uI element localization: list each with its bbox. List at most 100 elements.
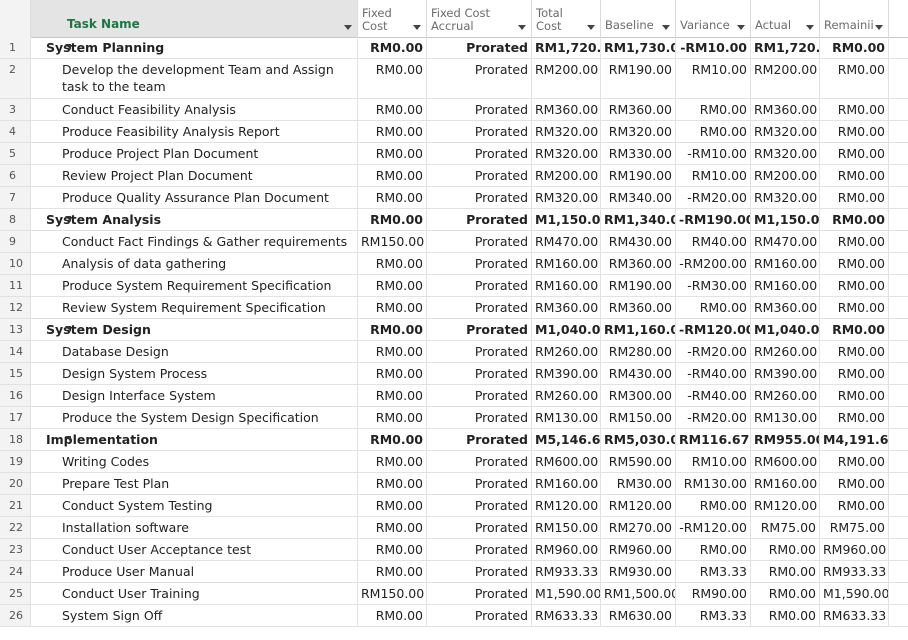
task-name-cell[interactable]: Prepare Test Plan xyxy=(31,473,358,494)
actual-cell[interactable]: RM0.00 xyxy=(751,605,820,626)
fixed-cost-cell[interactable]: RM0.00 xyxy=(358,407,427,428)
row-number[interactable]: 22 xyxy=(0,517,31,538)
baseline-cell[interactable]: RM360.00 xyxy=(601,99,676,120)
remaining-cell[interactable]: RM960.00 xyxy=(820,539,889,560)
collapse-triangle-icon[interactable] xyxy=(65,326,71,332)
total-cost-cell[interactable]: RM360.00 xyxy=(532,99,601,120)
header-total-cost[interactable]: Total Cost xyxy=(532,0,601,37)
row-number[interactable]: 23 xyxy=(0,539,31,560)
total-cost-cell[interactable]: RM633.33 xyxy=(532,605,601,626)
total-cost-cell[interactable]: RM150.00 xyxy=(532,517,601,538)
table-row[interactable]: 14 Database Design RM0.00 Prorated RM260.00 R… xyxy=(0,341,908,363)
total-cost-cell[interactable]: RM160.00 xyxy=(532,253,601,274)
baseline-cell[interactable]: RM360.00 xyxy=(601,297,676,318)
fixed-cost-cell[interactable]: RM0.00 xyxy=(358,495,427,516)
variance-cell[interactable]: -RM40.00 xyxy=(676,385,751,406)
remaining-cell[interactable]: RM0.00 xyxy=(820,495,889,516)
row-number-header[interactable] xyxy=(0,0,31,37)
total-cost-cell[interactable]: M1,040.00 xyxy=(532,319,601,340)
accrual-cell[interactable]: Prorated xyxy=(427,209,532,230)
remaining-cell[interactable]: M4,191.67 xyxy=(820,429,889,450)
baseline-cell[interactable]: RM30.00 xyxy=(601,473,676,494)
baseline-cell[interactable]: RM930.00 xyxy=(601,561,676,582)
remaining-cell[interactable]: RM0.00 xyxy=(820,473,889,494)
remaining-cell[interactable]: RM0.00 xyxy=(820,253,889,274)
total-cost-cell[interactable]: RM320.00 xyxy=(532,143,601,164)
remaining-cell[interactable]: RM0.00 xyxy=(820,121,889,142)
actual-cell[interactable]: RM390.00 xyxy=(751,363,820,384)
row-number[interactable]: 24 xyxy=(0,561,31,582)
fixed-cost-cell[interactable]: RM0.00 xyxy=(358,253,427,274)
task-name-cell[interactable]: Conduct User Training xyxy=(31,583,358,604)
baseline-cell[interactable]: RM360.00 xyxy=(601,253,676,274)
variance-cell[interactable]: RM0.00 xyxy=(676,99,751,120)
row-number[interactable]: 4 xyxy=(0,121,31,142)
table-row[interactable]: 12 Review System Requirement Specificatio… xyxy=(0,297,908,319)
summary-task-row[interactable]: 1System PlanningRM0.00ProratedRM1,720.00… xyxy=(0,37,908,59)
remaining-cell[interactable]: RM0.00 xyxy=(820,451,889,472)
remaining-cell[interactable]: RM0.00 xyxy=(820,187,889,208)
fixed-cost-cell[interactable]: RM0.00 xyxy=(358,59,427,98)
baseline-cell[interactable]: RM340.00 xyxy=(601,187,676,208)
row-number[interactable]: 6 xyxy=(0,165,31,186)
accrual-cell[interactable]: Prorated xyxy=(427,495,532,516)
table-row[interactable]: 25 Conduct User Training RM150.00 Prorated M… xyxy=(0,583,908,605)
total-cost-cell[interactable]: RM600.00 xyxy=(532,451,601,472)
task-name-cell[interactable]: Writing Codes xyxy=(31,451,358,472)
task-name-cell[interactable]: Develop the development Team and Assign … xyxy=(31,59,358,98)
table-row[interactable]: 7 Produce Quality Assurance Plan Document… xyxy=(0,187,908,209)
actual-cell[interactable]: RM130.00 xyxy=(751,407,820,428)
fixed-cost-cell[interactable]: RM0.00 xyxy=(358,121,427,142)
baseline-cell[interactable]: RM300.00 xyxy=(601,385,676,406)
fixed-cost-cell[interactable]: RM0.00 xyxy=(358,341,427,362)
remaining-cell[interactable]: RM0.00 xyxy=(820,59,889,98)
baseline-cell[interactable]: RM150.00 xyxy=(601,407,676,428)
task-name-cell[interactable]: Produce User Manual xyxy=(31,561,358,582)
task-name-cell[interactable]: Conduct Feasibility Analysis xyxy=(31,99,358,120)
variance-cell[interactable]: -RM40.00 xyxy=(676,363,751,384)
total-cost-cell[interactable]: RM933.33 xyxy=(532,561,601,582)
total-cost-cell[interactable]: RM960.00 xyxy=(532,539,601,560)
task-name-cell[interactable]: Conduct User Acceptance test xyxy=(31,539,358,560)
header-fixed-cost[interactable]: Fixed Cost xyxy=(358,0,427,37)
actual-cell[interactable]: RM1,720.00 xyxy=(751,37,820,58)
chevron-down-icon[interactable] xyxy=(518,25,526,30)
row-number[interactable]: 17 xyxy=(0,407,31,428)
remaining-cell[interactable]: RM0.00 xyxy=(820,363,889,384)
chevron-down-icon[interactable] xyxy=(806,25,814,30)
variance-cell[interactable]: RM0.00 xyxy=(676,121,751,142)
total-cost-cell[interactable]: RM1,720.00 xyxy=(532,37,601,58)
table-row[interactable]: 2 Develop the development Team and Assign… xyxy=(0,59,908,99)
accrual-cell[interactable]: Prorated xyxy=(427,429,532,450)
accrual-cell[interactable]: Prorated xyxy=(427,275,532,296)
task-name-cell[interactable]: Conduct System Testing xyxy=(31,495,358,516)
accrual-cell[interactable]: Prorated xyxy=(427,231,532,252)
task-name-cell[interactable]: Review Project Plan Document xyxy=(31,165,358,186)
variance-cell[interactable]: RM10.00 xyxy=(676,59,751,98)
actual-cell[interactable]: RM160.00 xyxy=(751,275,820,296)
variance-cell[interactable]: -RM20.00 xyxy=(676,341,751,362)
total-cost-cell[interactable]: RM360.00 xyxy=(532,297,601,318)
actual-cell[interactable]: RM360.00 xyxy=(751,297,820,318)
actual-cell[interactable]: RM360.00 xyxy=(751,99,820,120)
table-row[interactable]: 22 Installation software RM0.00 Prorated RM1… xyxy=(0,517,908,539)
chevron-down-icon[interactable] xyxy=(344,25,352,30)
total-cost-cell[interactable]: RM200.00 xyxy=(532,165,601,186)
accrual-cell[interactable]: Prorated xyxy=(427,605,532,626)
remaining-cell[interactable]: RM0.00 xyxy=(820,37,889,58)
collapse-triangle-icon[interactable] xyxy=(65,216,71,222)
fixed-cost-cell[interactable]: RM0.00 xyxy=(358,165,427,186)
variance-cell[interactable]: RM10.00 xyxy=(676,165,751,186)
collapse-triangle-icon[interactable] xyxy=(65,44,71,50)
row-number[interactable]: 10 xyxy=(0,253,31,274)
actual-cell[interactable]: RM200.00 xyxy=(751,59,820,98)
variance-cell[interactable]: RM10.00 xyxy=(676,451,751,472)
row-number[interactable]: 14 xyxy=(0,341,31,362)
chevron-down-icon[interactable] xyxy=(875,25,883,30)
accrual-cell[interactable]: Prorated xyxy=(427,473,532,494)
variance-cell[interactable]: RM3.33 xyxy=(676,561,751,582)
row-number[interactable]: 16 xyxy=(0,385,31,406)
total-cost-cell[interactable]: RM320.00 xyxy=(532,121,601,142)
actual-cell[interactable]: RM200.00 xyxy=(751,165,820,186)
variance-cell[interactable]: -RM190.00 xyxy=(676,209,751,230)
